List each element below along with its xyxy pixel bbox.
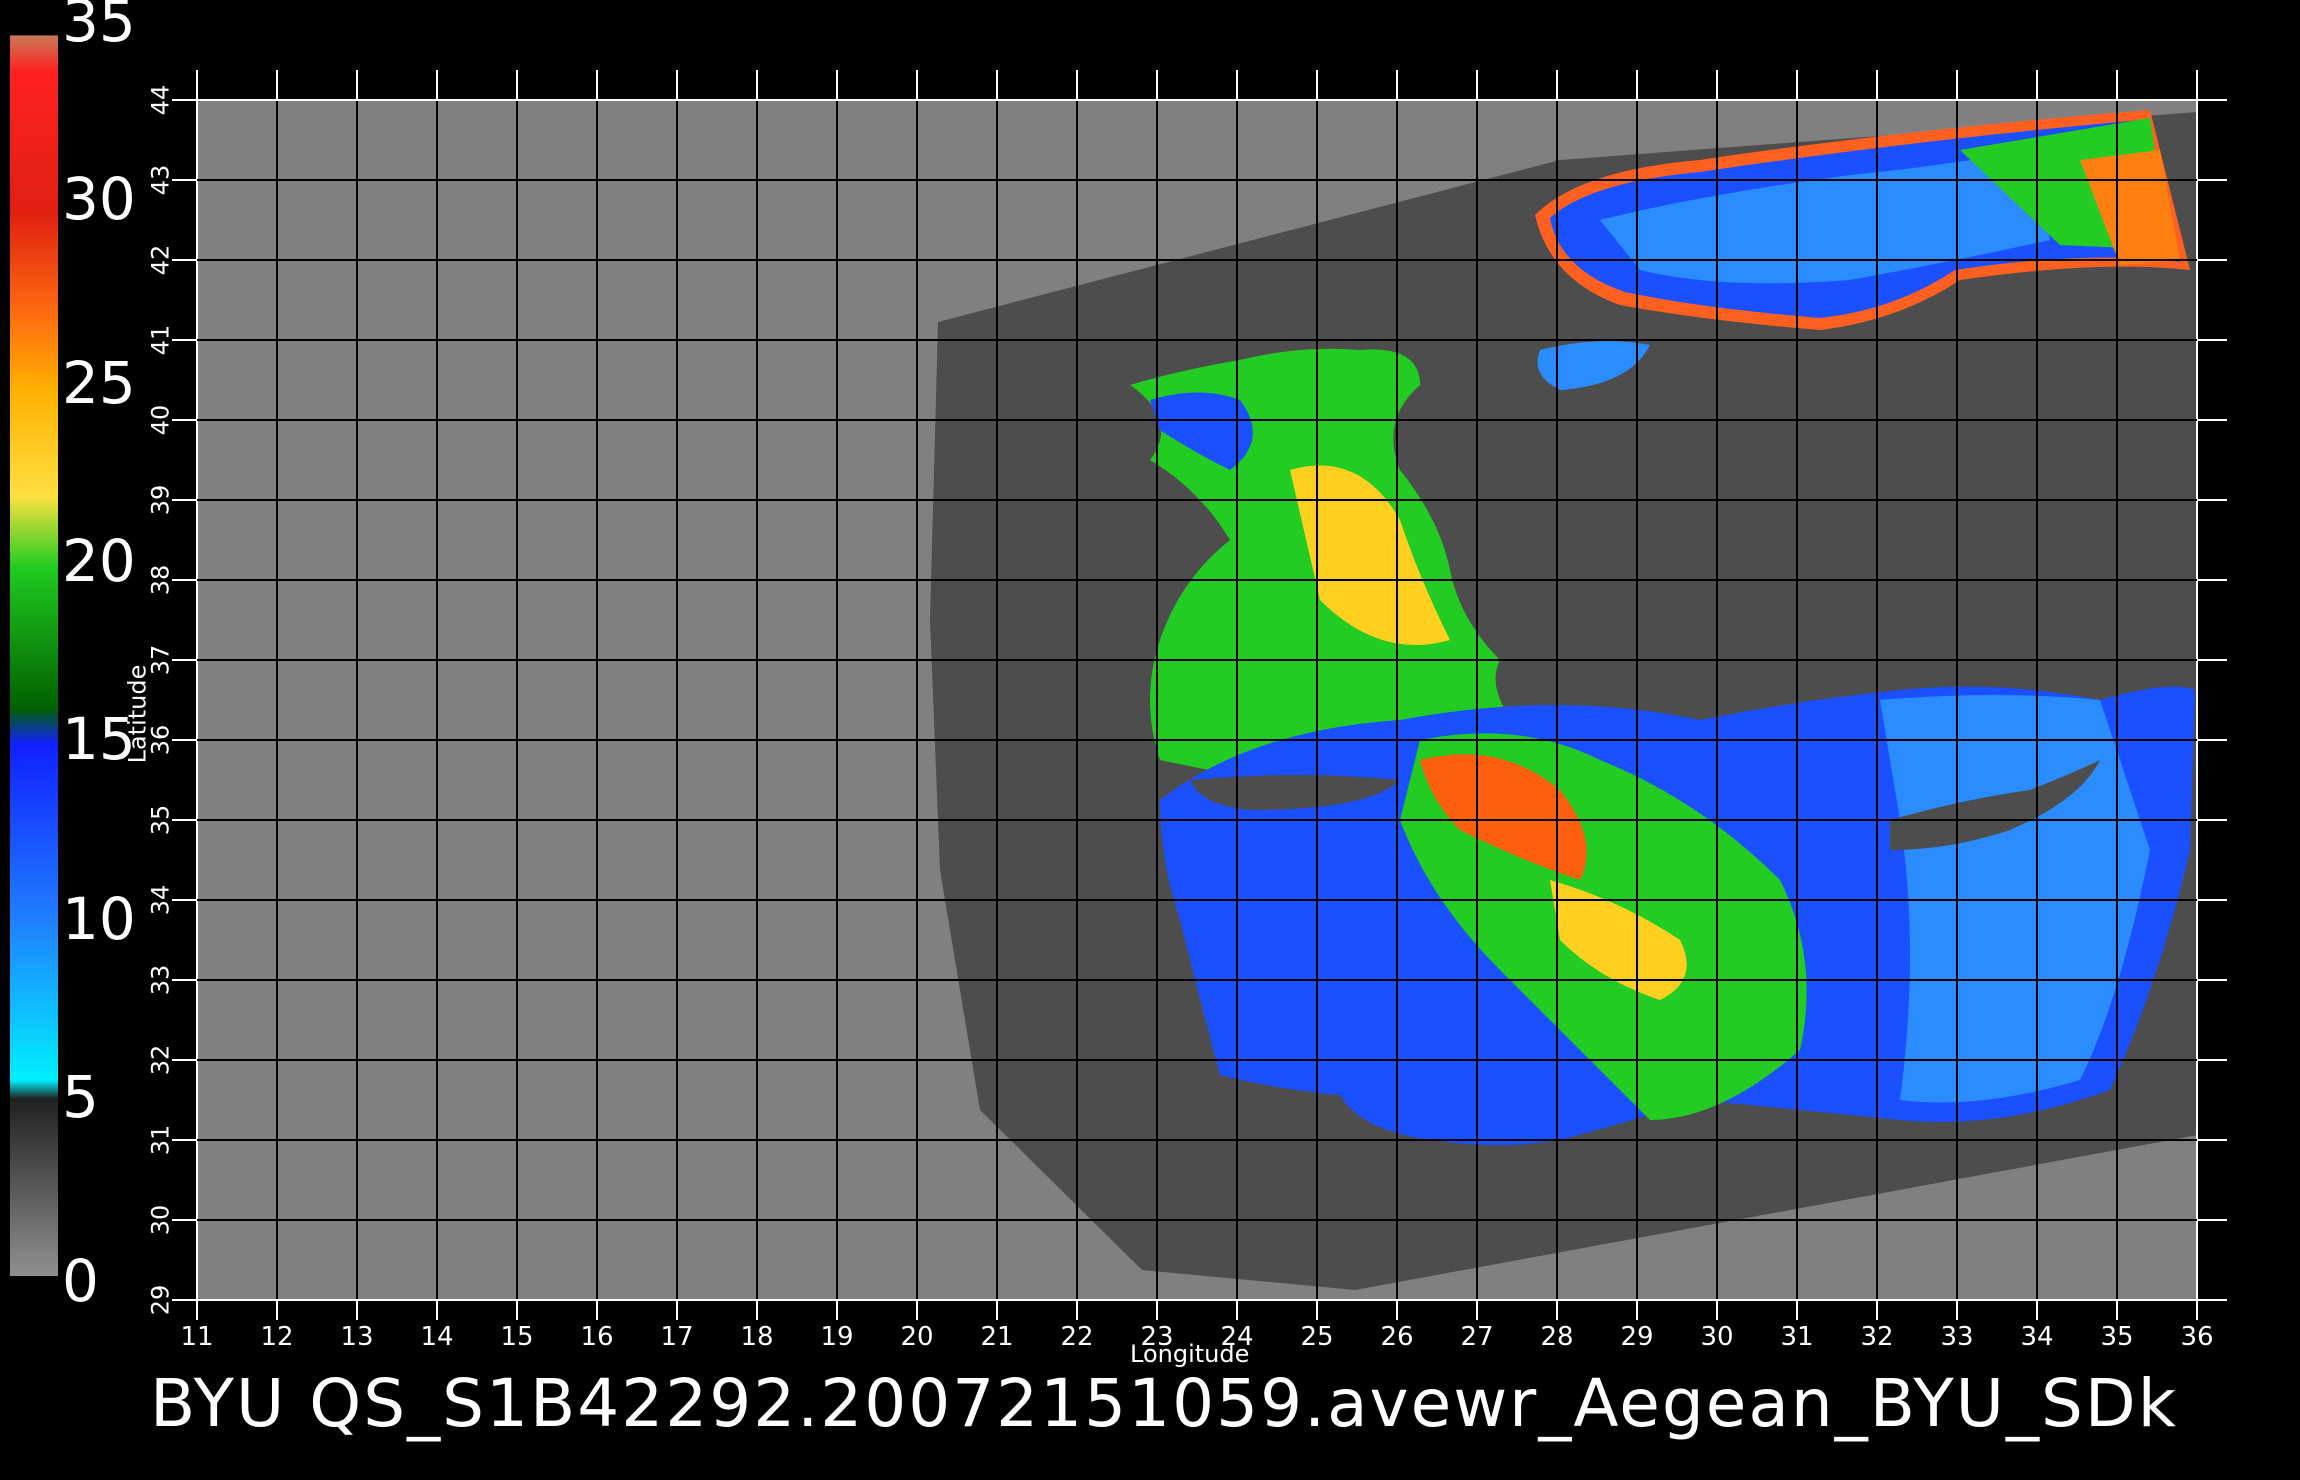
- x-tick-label: 26: [1380, 1322, 1414, 1352]
- colorbar-segment: [10, 70, 58, 214]
- colorbar-segment: [10, 35, 58, 72]
- y-tick-label: 32: [146, 1044, 175, 1076]
- y-tick-label: 39: [146, 484, 175, 516]
- x-tick-label: 20: [900, 1322, 934, 1352]
- x-tick-label: 34: [2020, 1322, 2054, 1352]
- x-tick-label: 21: [980, 1322, 1014, 1352]
- y-tick-label: 41: [146, 324, 175, 356]
- colorbar-label-30: 30: [62, 165, 136, 233]
- colorbar-segment: [10, 212, 58, 320]
- x-tick-label: 35: [2100, 1322, 2134, 1352]
- y-tick-label: 30: [146, 1204, 175, 1236]
- y-tick-label: 38: [146, 564, 175, 596]
- x-tick-label: 22: [1060, 1322, 1094, 1352]
- x-tick-label: 12: [260, 1322, 294, 1352]
- colorbar-label-25: 25: [62, 349, 136, 417]
- x-tick-label: 11: [180, 1322, 214, 1352]
- x-tick-label: 25: [1300, 1322, 1334, 1352]
- colorbar-label-10: 10: [62, 885, 136, 953]
- x-tick-label: 14: [420, 1322, 454, 1352]
- image-title: BYU QS_S1B42292.20072151059.avewr_Aegean…: [150, 1365, 2178, 1442]
- y-tick-label: 42: [146, 244, 175, 276]
- colorbar-label-0: 0: [62, 1247, 99, 1315]
- x-tick-label: 15: [500, 1322, 534, 1352]
- x-tick-label: 18: [740, 1322, 774, 1352]
- x-tick-label: 29: [1620, 1322, 1654, 1352]
- x-tick-label: 19: [820, 1322, 854, 1352]
- colorbar-segment: [10, 318, 58, 391]
- x-tick-label: 16: [580, 1322, 614, 1352]
- x-tick-label: 32: [1860, 1322, 1894, 1352]
- colorbar-segment: [10, 708, 58, 745]
- x-tick-label: 17: [660, 1322, 694, 1352]
- colorbar-segment: [10, 566, 58, 710]
- x-tick-label: 30: [1700, 1322, 1734, 1352]
- colorbar-segment: [10, 743, 58, 922]
- y-tick-label: 44: [146, 84, 175, 116]
- x-tick-label: 36: [2180, 1322, 2214, 1352]
- x-axis-label: Longitude: [1130, 1340, 1250, 1368]
- y-tick-label: 34: [146, 884, 175, 916]
- colorbar: [10, 35, 58, 1276]
- colorbar-label-5: 5: [62, 1063, 99, 1131]
- x-tick-label: 28: [1540, 1322, 1574, 1352]
- y-tick-label: 31: [146, 1124, 175, 1156]
- x-tick-label: 33: [1940, 1322, 1974, 1352]
- colorbar-label-35: 35: [62, 0, 136, 55]
- x-tick-label: 13: [340, 1322, 374, 1352]
- colorbar-segment: [10, 1080, 58, 1099]
- colorbar-label-20: 20: [62, 527, 136, 595]
- colorbar-segment: [10, 495, 58, 568]
- y-tick-label: 43: [146, 164, 175, 196]
- colorbar-segment: [10, 1097, 58, 1276]
- colorbar-segment: [10, 920, 58, 1082]
- colorbar-segment: [10, 389, 58, 497]
- y-axis-label: Latitude: [123, 664, 152, 764]
- y-tick-label: 33: [146, 964, 175, 996]
- wind-speed-map: [10, 35, 2227, 1320]
- y-tick-label: 29: [146, 1284, 175, 1316]
- y-tick-label: 35: [146, 804, 175, 836]
- y-tick-label: 40: [146, 404, 175, 436]
- x-tick-label: 27: [1460, 1322, 1494, 1352]
- x-tick-label: 31: [1780, 1322, 1814, 1352]
